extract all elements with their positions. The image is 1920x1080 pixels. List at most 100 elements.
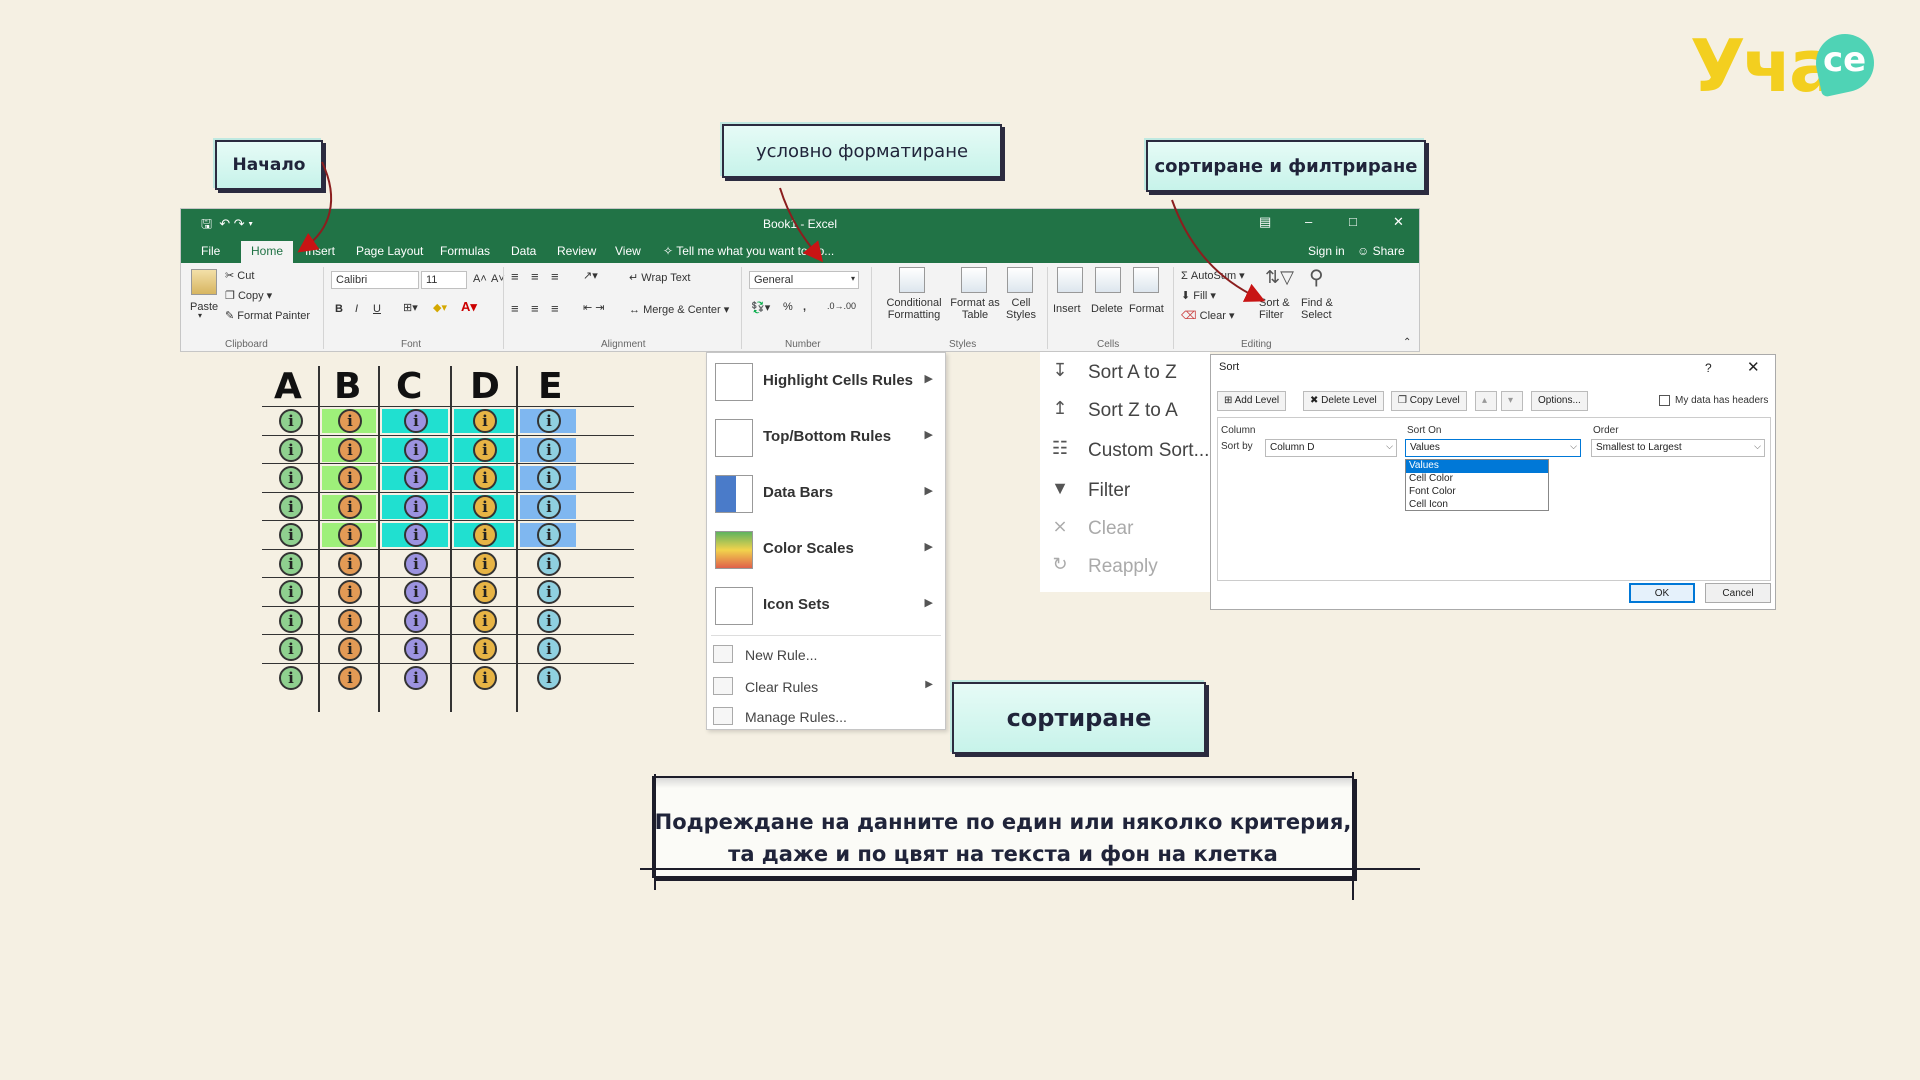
collapse-ribbon-icon[interactable]: ⌃: [1403, 337, 1411, 348]
info-icon[interactable]: i: [338, 580, 362, 604]
info-icon[interactable]: i: [537, 665, 561, 690]
info-icon[interactable]: i: [473, 665, 497, 690]
cell-styles-icon[interactable]: [1007, 267, 1033, 293]
info-icon[interactable]: i: [473, 409, 497, 433]
fill-button[interactable]: ⬇ Fill ▾: [1181, 289, 1216, 302]
dropdown-option-font-color[interactable]: Font Color: [1406, 486, 1548, 499]
format-as-table-label[interactable]: Format as: [947, 297, 1003, 309]
sort-on-select[interactable]: Values ⌵: [1405, 439, 1581, 457]
percent-button[interactable]: %: [783, 301, 793, 313]
info-icon[interactable]: i: [537, 580, 561, 604]
tell-me-box[interactable]: ✧ Tell me what you want to do...: [663, 244, 834, 258]
fill-color-icon[interactable]: ◆▾: [433, 301, 447, 314]
align-left-icon[interactable]: ≡: [511, 301, 519, 316]
info-icon[interactable]: i: [473, 551, 497, 576]
align-bottom-icon[interactable]: ≡: [551, 269, 559, 284]
info-icon[interactable]: i: [338, 466, 362, 490]
dropdown-option-cell-icon[interactable]: Cell Icon: [1406, 499, 1548, 512]
info-icon[interactable]: i: [279, 437, 303, 462]
menu-item-data-bars[interactable]: Data Bars ▶: [707, 467, 945, 519]
tab-data[interactable]: Data: [511, 244, 536, 258]
info-icon[interactable]: i: [473, 523, 497, 547]
move-down-button[interactable]: ▾: [1501, 391, 1523, 411]
close-icon[interactable]: ✕: [1747, 358, 1760, 376]
maximize-icon[interactable]: □: [1349, 214, 1357, 229]
tab-insert[interactable]: Insert: [305, 244, 335, 258]
info-icon[interactable]: i: [279, 665, 303, 690]
font-size-field[interactable]: 11: [421, 271, 467, 289]
font-name-field[interactable]: Calibri: [331, 271, 419, 289]
conditional-formatting-label2[interactable]: Formatting: [879, 309, 949, 321]
order-select[interactable]: Smallest to Largest ⌵: [1591, 439, 1765, 457]
sort-filter-label[interactable]: Sort &: [1259, 297, 1290, 309]
minimize-icon[interactable]: –: [1305, 214, 1312, 229]
delete-level-button[interactable]: ✖ Delete Level: [1303, 391, 1384, 411]
orientation-icon[interactable]: ↗▾: [583, 269, 598, 282]
info-icon[interactable]: i: [404, 665, 428, 690]
grow-font-button[interactable]: A˄: [473, 273, 487, 285]
info-icon[interactable]: i: [404, 409, 428, 433]
menu-item-sort-z-a[interactable]: ↥ Sort Z to A: [1040, 392, 1210, 428]
menu-item-filter[interactable]: ▼ Filter: [1040, 472, 1210, 508]
info-icon[interactable]: i: [279, 466, 303, 490]
align-middle-icon[interactable]: ≡: [531, 269, 539, 284]
conditional-formatting-icon[interactable]: [899, 267, 925, 293]
cut-button[interactable]: ✂ Cut: [225, 269, 254, 282]
format-cells-icon[interactable]: [1133, 267, 1159, 293]
menu-item-manage-rules[interactable]: Manage Rules...: [707, 701, 945, 731]
increase-decimal-icon[interactable]: .0→.00: [827, 301, 856, 311]
headers-checkbox[interactable]: [1659, 395, 1670, 406]
info-icon[interactable]: i: [404, 466, 428, 490]
info-icon[interactable]: i: [473, 608, 497, 633]
tab-view[interactable]: View: [615, 244, 641, 258]
share-button[interactable]: ☺ Share: [1357, 244, 1405, 258]
copy-level-button[interactable]: ❐ Copy Level: [1391, 391, 1467, 411]
format-as-table-icon[interactable]: [961, 267, 987, 293]
menu-item-top-bottom-rules[interactable]: Top/Bottom Rules ▶: [707, 411, 945, 463]
info-icon[interactable]: i: [338, 409, 362, 433]
menu-item-new-rule[interactable]: New Rule...: [707, 639, 945, 669]
info-icon[interactable]: i: [279, 494, 303, 519]
info-icon[interactable]: i: [338, 551, 362, 576]
currency-icon[interactable]: 💱▾: [751, 301, 770, 314]
dropdown-option-cell-color[interactable]: Cell Color: [1406, 473, 1548, 486]
bold-button[interactable]: B: [335, 303, 343, 315]
info-icon[interactable]: i: [338, 637, 362, 661]
paste-icon[interactable]: [191, 269, 217, 295]
menu-item-highlight-cells-rules[interactable]: Highlight Cells Rules ▶: [707, 355, 945, 407]
info-icon[interactable]: i: [338, 665, 362, 690]
info-icon[interactable]: i: [279, 608, 303, 633]
info-icon[interactable]: i: [473, 437, 497, 462]
indent-icons[interactable]: ⇤ ⇥: [583, 301, 605, 314]
info-icon[interactable]: i: [537, 608, 561, 633]
info-icon[interactable]: i: [279, 409, 303, 433]
info-icon[interactable]: i: [404, 494, 428, 519]
info-icon[interactable]: i: [537, 637, 561, 661]
format-painter-button[interactable]: ✎ Format Painter: [225, 309, 310, 322]
merge-center-button[interactable]: ↔ Merge & Center ▾: [629, 303, 729, 316]
help-icon[interactable]: ?: [1705, 361, 1712, 375]
ok-button[interactable]: OK: [1629, 583, 1695, 603]
conditional-formatting-label[interactable]: Conditional: [879, 297, 949, 309]
paste-chevron-icon[interactable]: ▾: [198, 311, 202, 320]
menu-item-sort-a-z[interactable]: ↧ Sort A to Z: [1040, 354, 1210, 390]
info-icon[interactable]: i: [537, 523, 561, 547]
options-button[interactable]: Options...: [1531, 391, 1588, 411]
find-select-label2[interactable]: Select: [1301, 309, 1332, 321]
cell-styles-label[interactable]: Cell: [999, 297, 1043, 309]
info-icon[interactable]: i: [338, 437, 362, 462]
format-cells-label[interactable]: Format: [1129, 303, 1164, 315]
info-icon[interactable]: i: [473, 637, 497, 661]
copy-button[interactable]: ❐ Copy ▾: [225, 289, 272, 302]
info-icon[interactable]: i: [279, 580, 303, 604]
underline-button[interactable]: U: [373, 303, 381, 315]
info-icon[interactable]: i: [537, 494, 561, 519]
delete-cells-icon[interactable]: [1095, 267, 1121, 293]
menu-item-color-scales[interactable]: Color Scales ▶: [707, 523, 945, 575]
comma-button[interactable]: ,: [803, 301, 806, 313]
info-icon[interactable]: i: [404, 523, 428, 547]
info-icon[interactable]: i: [537, 466, 561, 490]
info-icon[interactable]: i: [279, 551, 303, 576]
info-icon[interactable]: i: [404, 551, 428, 576]
info-icon[interactable]: i: [537, 551, 561, 576]
